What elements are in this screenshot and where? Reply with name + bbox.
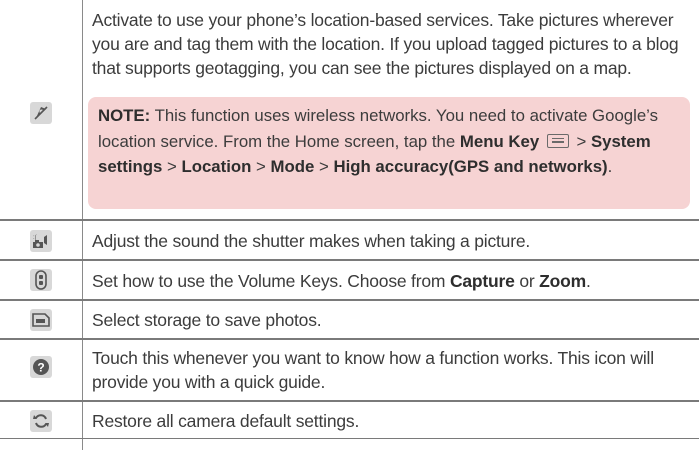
row-help-text: Touch this whenever you want to know how… [92, 348, 654, 392]
location-tag-icon [30, 102, 52, 124]
row-reset-text: Restore all camera default settings. [92, 411, 360, 431]
menu-key-icon [546, 133, 569, 148]
row-divider [0, 259, 699, 261]
row-volume-text: Set how to use the Volume Keys. Choose f… [92, 271, 591, 291]
note-label: NOTE: [98, 106, 151, 125]
shutter-sound-icon: :( [30, 230, 52, 252]
row-shutter-text: Adjust the sound the shutter makes when … [92, 231, 531, 251]
volume-key-icon [30, 269, 52, 291]
svg-text:?: ? [37, 361, 44, 375]
storage-icon [30, 309, 52, 331]
row-location-text: Activate to use your phone’s location-ba… [92, 10, 679, 78]
reset-icon [30, 410, 52, 432]
column-divider [82, 0, 83, 450]
row-divider [0, 338, 699, 340]
row-divider [0, 438, 699, 439]
row-divider [0, 299, 699, 301]
location-note: NOTE: This function uses wireless networ… [88, 97, 690, 209]
row-storage-text: Select storage to save photos. [92, 310, 322, 330]
help-icon: ? [30, 356, 52, 378]
row-divider [0, 400, 699, 402]
row-divider [0, 219, 699, 221]
svg-text::(: :( [33, 235, 37, 241]
